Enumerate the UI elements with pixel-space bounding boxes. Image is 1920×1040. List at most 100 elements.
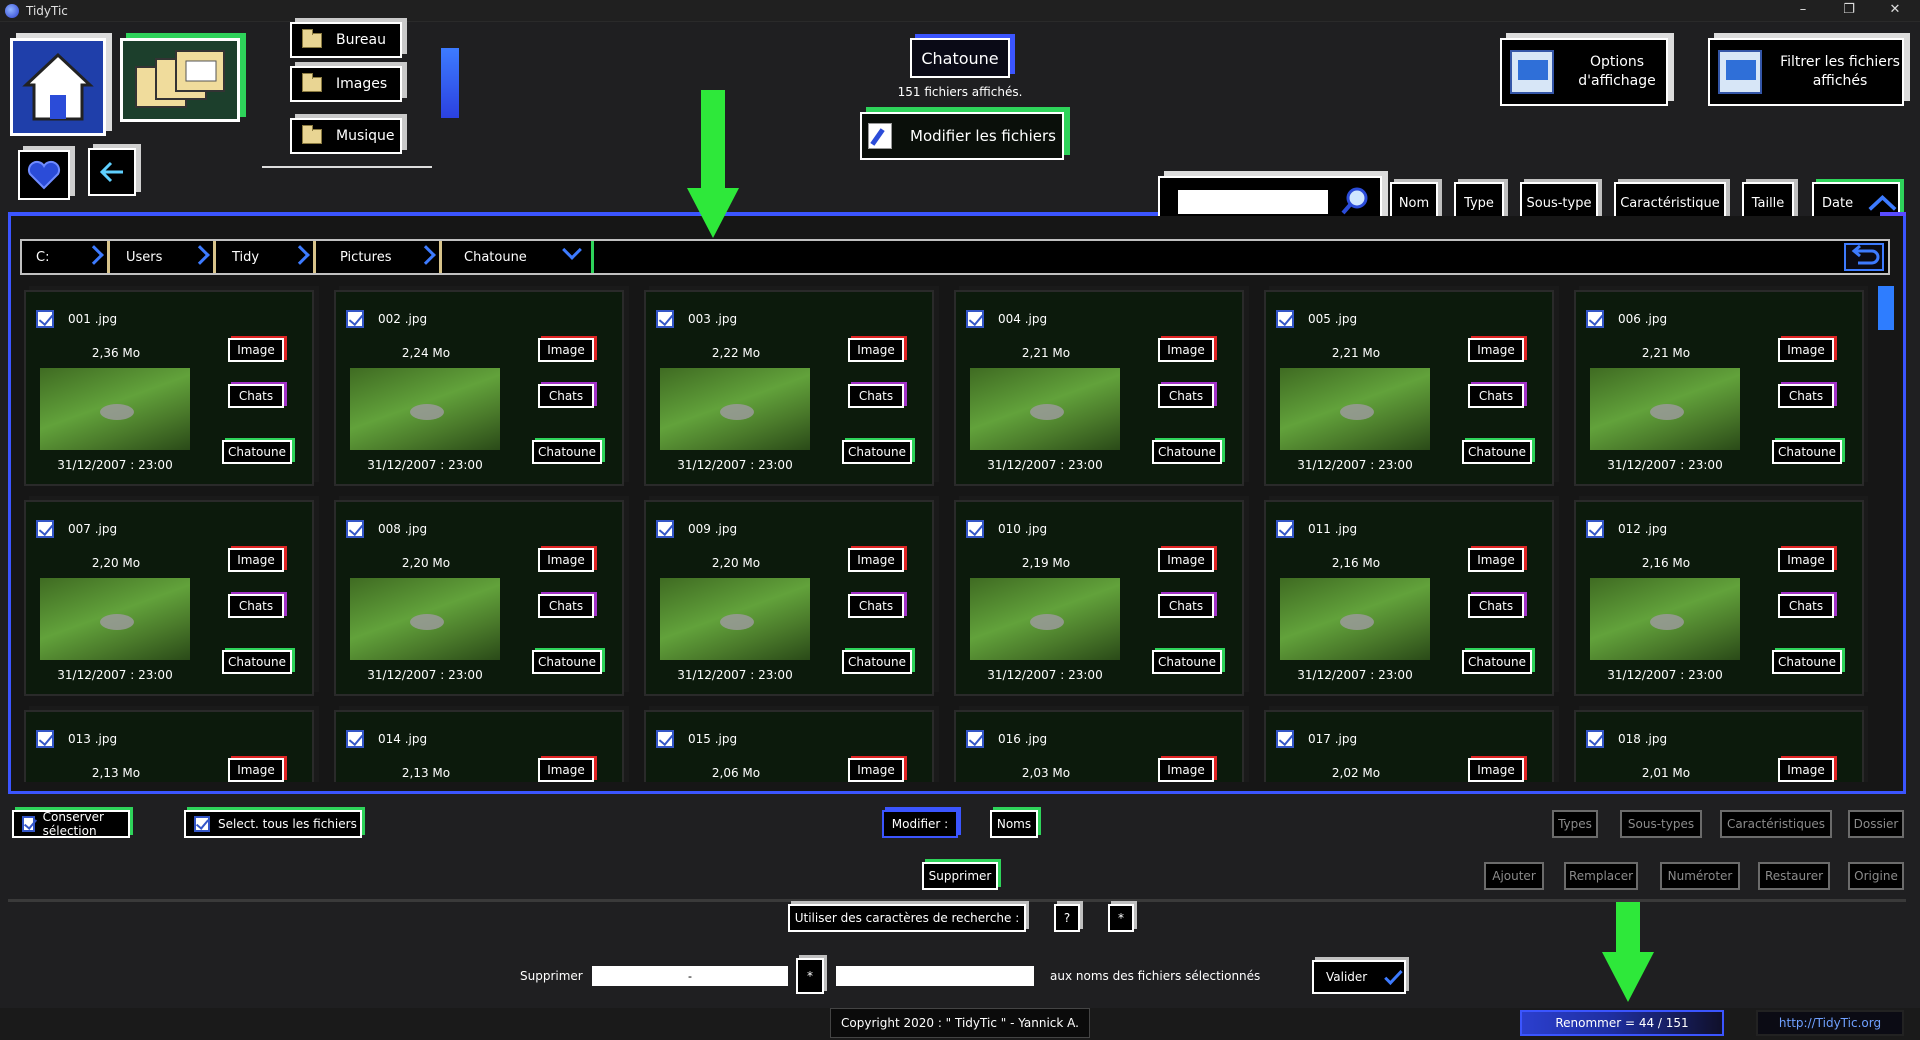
home-button[interactable]: [10, 38, 106, 136]
tag-type[interactable]: Image: [1158, 758, 1214, 782]
tag-characteristic[interactable]: Chatoune: [842, 650, 912, 674]
file-checkbox[interactable]: [1276, 730, 1294, 748]
star-wildcard-button[interactable]: *: [1108, 904, 1134, 932]
tag-type[interactable]: Image: [1468, 338, 1524, 362]
shortcut-folder-bureau[interactable]: Bureau: [290, 22, 402, 58]
search-input[interactable]: [1178, 190, 1328, 214]
tag-type[interactable]: Image: [538, 338, 594, 362]
file-checkbox[interactable]: [36, 730, 54, 748]
tag-subtype[interactable]: Chats: [1158, 594, 1214, 618]
tag-subtype[interactable]: Chats: [538, 594, 594, 618]
file-card[interactable]: 003 .jpg 2,22 Mo 31/12/2007 : 23:00 Imag…: [644, 290, 934, 486]
file-thumbnail[interactable]: [1280, 368, 1430, 450]
file-card[interactable]: 011 .jpg 2,16 Mo 31/12/2007 : 23:00 Imag…: [1264, 500, 1554, 696]
file-card[interactable]: 012 .jpg 2,16 Mo 31/12/2007 : 23:00 Imag…: [1574, 500, 1864, 696]
delete-pattern-input[interactable]: [592, 966, 788, 986]
file-thumbnail[interactable]: [1280, 578, 1430, 660]
file-thumbnail[interactable]: [660, 578, 810, 660]
file-checkbox[interactable]: [346, 520, 364, 538]
file-checkbox[interactable]: [656, 310, 674, 328]
file-thumbnail[interactable]: [40, 368, 190, 450]
files-view-button[interactable]: [120, 38, 240, 122]
subtypes-button[interactable]: Sous-types: [1620, 810, 1702, 838]
tag-type[interactable]: Image: [538, 758, 594, 782]
folder-button[interactable]: Dossier: [1848, 810, 1904, 838]
breadcrumb-item-chatoune[interactable]: Chatoune: [450, 240, 594, 273]
tag-type[interactable]: Image: [1468, 758, 1524, 782]
file-checkbox[interactable]: [966, 310, 984, 328]
breadcrumb-item-tidy[interactable]: Tidy: [218, 241, 316, 273]
tag-type[interactable]: Image: [1158, 548, 1214, 572]
tag-characteristic[interactable]: Chatoune: [1462, 650, 1532, 674]
tag-type[interactable]: Image: [1778, 548, 1834, 572]
file-thumbnail[interactable]: [970, 368, 1120, 450]
breadcrumb-item-c[interactable]: C:: [22, 241, 110, 273]
file-checkbox[interactable]: [346, 310, 364, 328]
add-mode-button[interactable]: Ajouter: [1484, 862, 1544, 890]
delete-pattern-input-2[interactable]: [836, 966, 1034, 986]
replace-mode-button[interactable]: Remplacer: [1564, 862, 1638, 890]
file-card[interactable]: 004 .jpg 2,21 Mo 31/12/2007 : 23:00 Imag…: [954, 290, 1244, 486]
file-card[interactable]: 001 .jpg 2,36 Mo 31/12/2007 : 23:00 Imag…: [24, 290, 314, 486]
tag-subtype[interactable]: Chats: [228, 384, 284, 408]
file-thumbnail[interactable]: [40, 578, 190, 660]
file-checkbox[interactable]: [966, 730, 984, 748]
file-checkbox[interactable]: [36, 520, 54, 538]
file-card[interactable]: 002 .jpg 2,24 Mo 31/12/2007 : 23:00 Imag…: [334, 290, 624, 486]
tag-characteristic[interactable]: Chatoune: [532, 650, 602, 674]
tag-type[interactable]: Image: [1778, 758, 1834, 782]
tag-subtype[interactable]: Chats: [848, 384, 904, 408]
file-card[interactable]: 010 .jpg 2,19 Mo 31/12/2007 : 23:00 Imag…: [954, 500, 1244, 696]
tag-subtype[interactable]: Chats: [1468, 384, 1524, 408]
file-checkbox[interactable]: [1276, 520, 1294, 538]
file-card[interactable]: 007 .jpg 2,20 Mo 31/12/2007 : 23:00 Imag…: [24, 500, 314, 696]
tag-characteristic[interactable]: Chatoune: [222, 440, 292, 464]
tag-type[interactable]: Image: [538, 548, 594, 572]
file-card[interactable]: 008 .jpg 2,20 Mo 31/12/2007 : 23:00 Imag…: [334, 500, 624, 696]
tag-characteristic[interactable]: Chatoune: [1772, 440, 1842, 464]
tag-characteristic[interactable]: Chatoune: [842, 440, 912, 464]
origin-mode-button[interactable]: Origine: [1848, 862, 1904, 890]
tag-subtype[interactable]: Chats: [848, 594, 904, 618]
back-button[interactable]: [88, 148, 136, 196]
file-card[interactable]: 013 .jpg 2,13 Mo Image: [24, 710, 314, 782]
shortcut-folder-musique[interactable]: Musique: [290, 118, 402, 154]
file-card[interactable]: 018 .jpg 2,01 Mo Image: [1574, 710, 1864, 782]
path-up-button[interactable]: [1844, 243, 1884, 271]
file-checkbox[interactable]: [966, 520, 984, 538]
characteristics-button[interactable]: Caractéristiques: [1720, 810, 1832, 838]
file-checkbox[interactable]: [36, 310, 54, 328]
tag-characteristic[interactable]: Chatoune: [1462, 440, 1532, 464]
file-card[interactable]: 016 .jpg 2,03 Mo Image: [954, 710, 1244, 782]
file-card[interactable]: 017 .jpg 2,02 Mo Image: [1264, 710, 1554, 782]
file-checkbox[interactable]: [1586, 730, 1604, 748]
file-card[interactable]: 009 .jpg 2,20 Mo 31/12/2007 : 23:00 Imag…: [644, 500, 934, 696]
file-thumbnail[interactable]: [1590, 578, 1740, 660]
tag-type[interactable]: Image: [228, 338, 284, 362]
keep-selection-toggle[interactable]: Conserver sélection: [12, 810, 130, 838]
delete-mode-button[interactable]: Supprimer: [922, 862, 998, 890]
tag-characteristic[interactable]: Chatoune: [532, 440, 602, 464]
favorites-button[interactable]: [18, 150, 70, 200]
file-thumbnail[interactable]: [350, 578, 500, 660]
breadcrumb-item-pictures[interactable]: Pictures: [326, 241, 442, 273]
tag-type[interactable]: Image: [848, 548, 904, 572]
question-wildcard-button[interactable]: ?: [1054, 904, 1080, 932]
modify-files-button[interactable]: Modifier les fichiers: [860, 112, 1064, 160]
tag-characteristic[interactable]: Chatoune: [222, 650, 292, 674]
number-mode-button[interactable]: Numéroter: [1660, 862, 1740, 890]
file-checkbox[interactable]: [1586, 310, 1604, 328]
file-thumbnail[interactable]: [660, 368, 810, 450]
shortcuts-scrollbar[interactable]: [441, 48, 459, 118]
tag-characteristic[interactable]: Chatoune: [1152, 440, 1222, 464]
shortcut-folder-images[interactable]: Images: [290, 66, 402, 102]
star-insert-button[interactable]: *: [796, 958, 824, 994]
file-card[interactable]: 015 .jpg 2,06 Mo Image: [644, 710, 934, 782]
tag-type[interactable]: Image: [848, 758, 904, 782]
restore-button[interactable]: ❐: [1826, 0, 1872, 22]
file-thumbnail[interactable]: [350, 368, 500, 450]
display-options-button[interactable]: Options d'affichage: [1500, 38, 1668, 106]
file-checkbox[interactable]: [1276, 310, 1294, 328]
search-icon[interactable]: [1340, 186, 1370, 216]
file-thumbnail[interactable]: [970, 578, 1120, 660]
